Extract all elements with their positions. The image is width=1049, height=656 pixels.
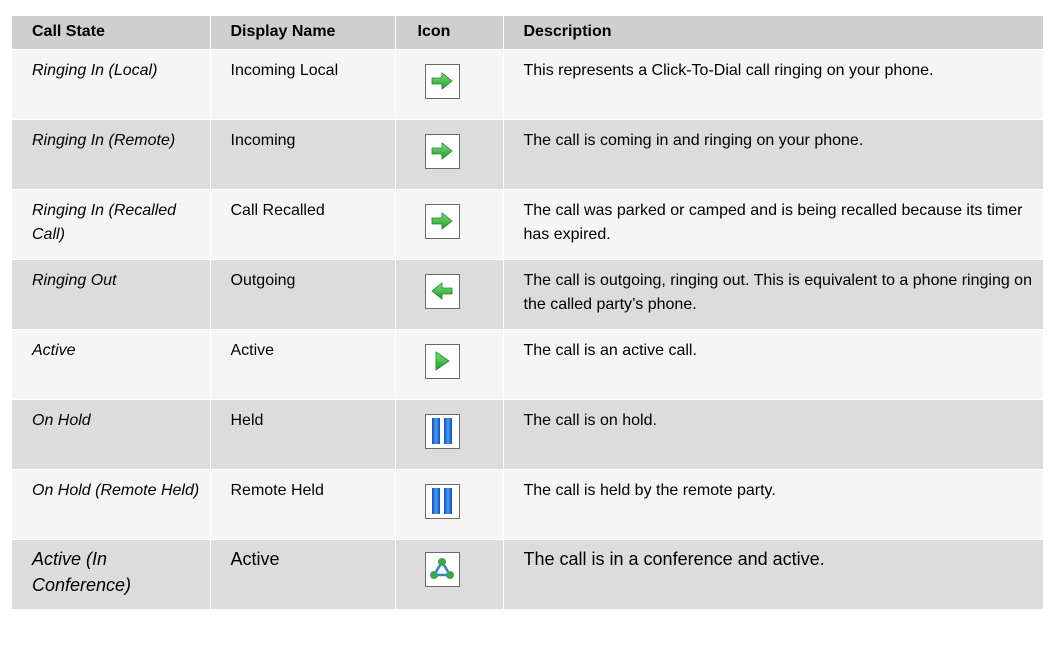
arrow-left-icon — [424, 273, 460, 309]
icon-cell — [394, 259, 503, 329]
table-row: On Hold (Remote Held) Remote Held The ca… — [12, 469, 1043, 539]
header-icon: Icon — [394, 16, 503, 49]
icon-cell — [394, 49, 503, 119]
header-description: Description — [502, 16, 1043, 49]
pause-icon — [424, 483, 460, 519]
display-name-cell: Outgoing — [209, 259, 395, 329]
description-cell: The call is on hold. — [502, 399, 1043, 469]
call-state-cell: Ringing In (Remote) — [32, 131, 176, 149]
pause-icon — [424, 413, 460, 449]
table-row: Ringing In (Local) Incoming Local This r… — [12, 49, 1043, 119]
icon-cell — [394, 119, 503, 189]
table-row: Ringing Out Outgoing The call is outgoin… — [12, 259, 1043, 329]
display-name-cell: Call Recalled — [209, 189, 395, 259]
display-name-cell: Active — [209, 539, 395, 609]
description-cell: The call was parked or camped and is bei… — [502, 189, 1043, 259]
arrow-right-icon — [424, 63, 460, 99]
display-name-cell: Incoming Local — [209, 49, 395, 119]
table-row: On Hold Held The call is on hold. — [12, 399, 1043, 469]
call-state-cell: Active (In Conference) — [32, 548, 132, 595]
description-cell: The call is outgoing, ringing out. This … — [502, 259, 1043, 329]
call-state-cell: Active — [32, 341, 76, 359]
icon-cell — [394, 539, 503, 609]
table-row: Ringing In (Remote) Incoming The call is… — [12, 119, 1043, 189]
display-name-cell: Remote Held — [209, 469, 395, 539]
call-state-cell: Ringing In (Recalled Call) — [32, 201, 177, 243]
icon-cell — [394, 469, 503, 539]
arrow-right-icon — [424, 133, 460, 169]
call-state-cell: Ringing Out — [32, 271, 117, 289]
display-name-cell: Incoming — [209, 119, 395, 189]
display-name-cell: Active — [209, 329, 395, 399]
icon-cell — [394, 399, 503, 469]
table-row: Active Active The call is an active call… — [12, 329, 1043, 399]
conference-icon — [424, 551, 460, 587]
icon-cell — [394, 189, 503, 259]
header-call-state: Call State — [32, 23, 105, 41]
call-state-cell: On Hold (Remote Held) — [32, 481, 200, 499]
call-state-cell: On Hold — [32, 411, 91, 429]
description-cell: The call is held by the remote party. — [502, 469, 1043, 539]
table-row: Active (In Conference) Active The call i… — [12, 539, 1043, 609]
description-cell: The call is in a conference and active. — [502, 539, 1043, 609]
call-state-cell: Ringing In (Local) — [32, 61, 158, 79]
description-cell: The call is coming in and ringing on you… — [502, 119, 1043, 189]
call-state-table: Call State Display Name Icon Description… — [12, 16, 1043, 609]
play-icon — [424, 343, 460, 379]
table-row: Ringing In (Recalled Call) Call Recalled — [12, 189, 1043, 259]
table-header-row: Call State Display Name Icon Description — [12, 16, 1043, 49]
description-cell: This represents a Click-To-Dial call rin… — [502, 49, 1043, 119]
icon-cell — [394, 329, 503, 399]
description-cell: The call is an active call. — [502, 329, 1043, 399]
display-name-cell: Held — [209, 399, 395, 469]
header-display-name: Display Name — [209, 16, 395, 49]
arrow-right-icon — [424, 203, 460, 239]
